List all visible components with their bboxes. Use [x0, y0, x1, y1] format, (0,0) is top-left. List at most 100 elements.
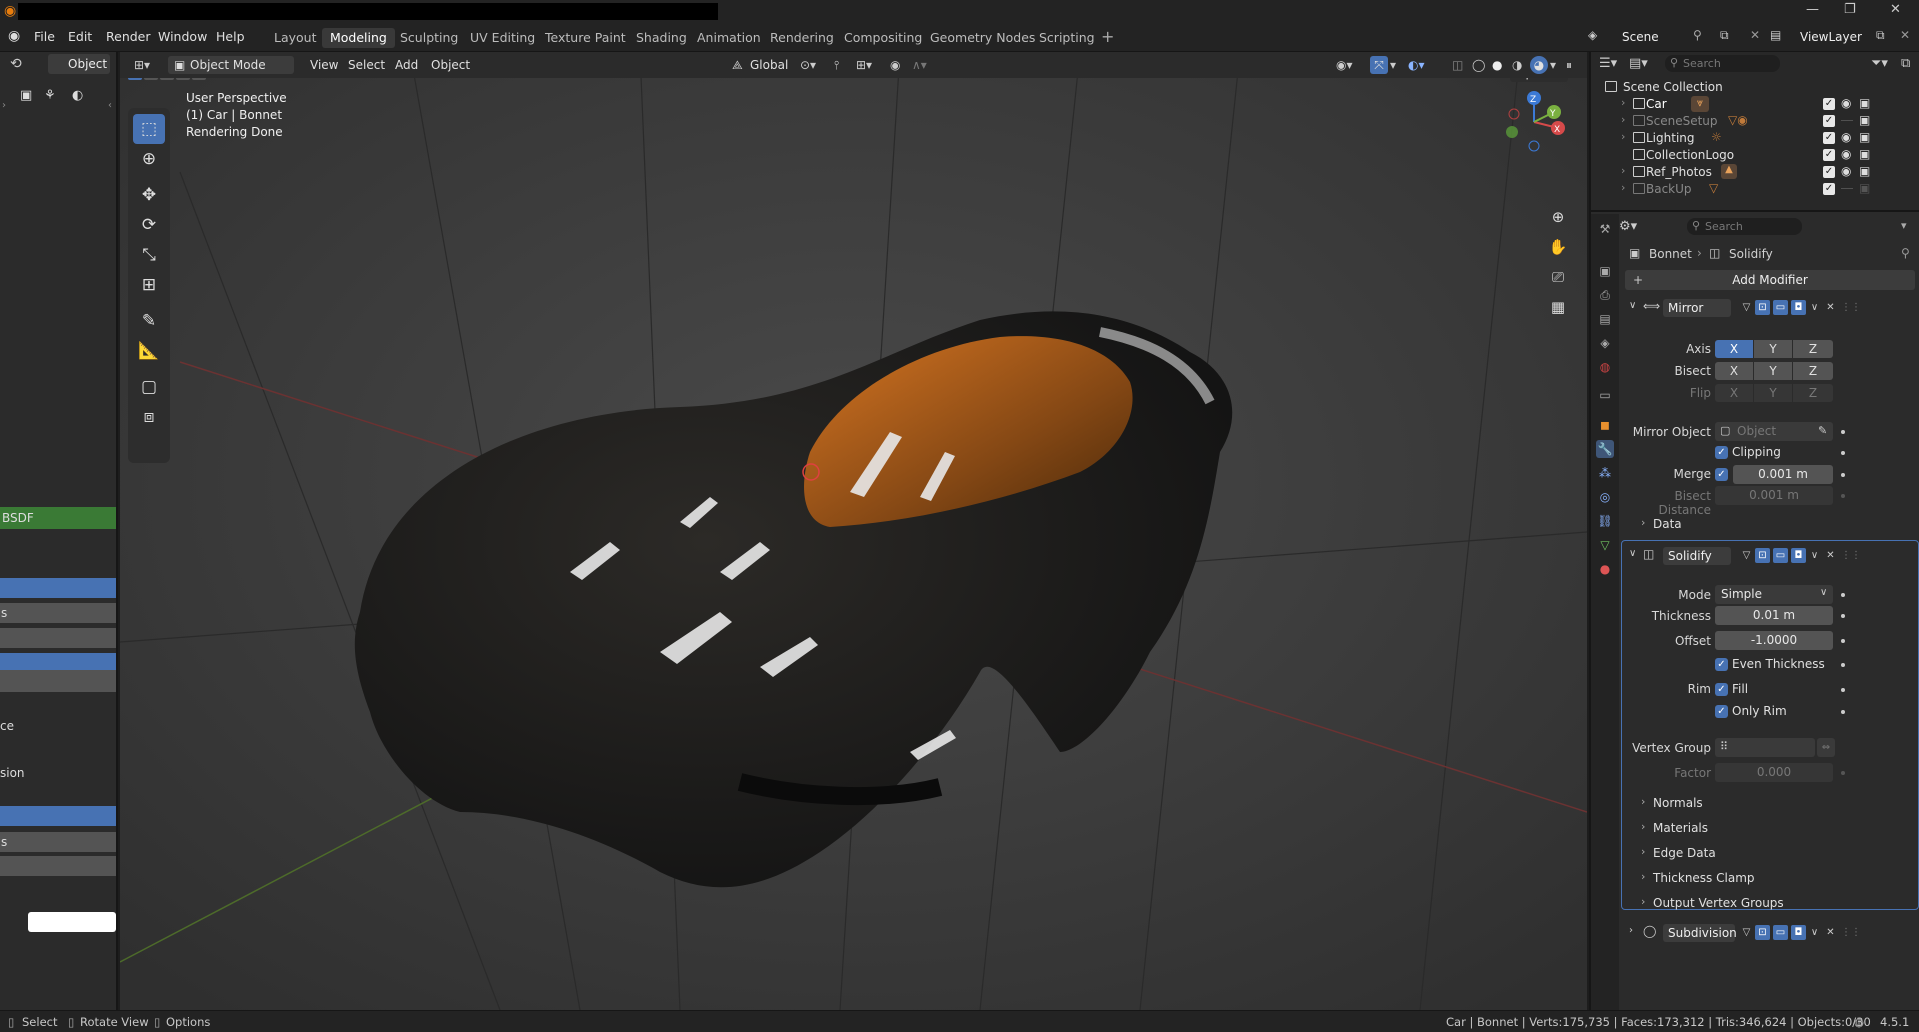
factor-field[interactable]: 0.000 [1715, 763, 1833, 782]
subdivision-modifier-header[interactable]: › ◯ Subdivision ▽ ⊡ ▭ ◘ ∨ ✕ ⋮⋮ [1625, 921, 1915, 945]
zoom-icon[interactable]: ⊕ [1545, 204, 1571, 230]
cursor-tool-icon[interactable]: ⊕ [133, 144, 165, 174]
camera-view-icon[interactable]: ⎚ [1545, 264, 1571, 290]
scale-tool-icon[interactable]: ⤡ [133, 240, 165, 270]
eye-icon[interactable]: ◉ [1841, 130, 1851, 144]
drag-handle-icon[interactable]: ⋮⋮ [1841, 548, 1861, 563]
only-rim-checkbox[interactable]: ✓ [1715, 705, 1728, 718]
flip-x-toggle[interactable]: X [1715, 384, 1753, 402]
tab-animation[interactable]: Animation [689, 28, 769, 48]
clipping-checkbox[interactable]: ✓ [1715, 446, 1728, 459]
tab-particles-icon[interactable]: ⁂ [1596, 464, 1614, 482]
annotate-tool-icon[interactable]: ✎ [133, 306, 165, 336]
tab-render-icon[interactable]: ▣ [1596, 262, 1614, 280]
data-subpanel[interactable]: Data [1653, 517, 1682, 531]
close-icon[interactable]: ✕ [1890, 2, 1901, 17]
add-mesh-tool-icon[interactable]: ⧈ [133, 402, 165, 432]
realtime-icon[interactable]: ▭ [1773, 300, 1788, 315]
exclude-checkbox[interactable]: ✓ [1823, 183, 1835, 195]
node-header-bsdf[interactable]: BSDF [0, 507, 116, 529]
node-field-gray-2[interactable] [0, 670, 116, 692]
node-field-fragment-1[interactable]: s [0, 603, 116, 623]
collapse-arrow-icon[interactable]: ∨ [1629, 548, 1636, 559]
remove-modifier-icon[interactable]: ✕ [1823, 300, 1838, 315]
remove-modifier-icon[interactable]: ✕ [1823, 548, 1838, 563]
eye-hidden-icon[interactable]: ― [1841, 181, 1853, 195]
tab-scene-icon[interactable]: ◈ [1596, 334, 1614, 352]
realtime-icon[interactable]: ▭ [1773, 925, 1788, 940]
menu-window[interactable]: Window [158, 29, 207, 44]
keyframe-dot-icon[interactable] [1841, 430, 1845, 434]
thickness-clamp-subpanel[interactable]: Thickness Clamp [1653, 871, 1755, 885]
on-cage-icon[interactable]: ▽ [1739, 925, 1754, 940]
add-cube-tool-icon[interactable]: ▢ [133, 372, 165, 402]
tab-geometry-nodes[interactable]: Geometry Nodes [922, 28, 1043, 48]
modifier-dropdown-icon[interactable]: ∨ [1807, 300, 1822, 315]
axis-z-toggle[interactable]: Z [1793, 340, 1833, 358]
shading-rendered-icon[interactable]: ◕ [1530, 56, 1548, 74]
render-icon[interactable]: ◘ [1791, 925, 1806, 940]
editor-type-icon[interactable]: ⟲ [10, 56, 22, 72]
keyframe-dot-icon[interactable] [1841, 771, 1845, 775]
tab-texture-paint[interactable]: Texture Paint [537, 28, 634, 48]
bisect-y-toggle[interactable]: Y [1754, 362, 1792, 380]
eye-icon[interactable]: ◉ [1841, 164, 1851, 178]
even-thickness-checkbox[interactable]: ✓ [1715, 658, 1728, 671]
tab-output-icon[interactable]: ⎙ [1596, 286, 1614, 304]
camera-icon[interactable]: ▣ [1859, 164, 1870, 178]
measure-tool-icon[interactable]: 📐 [133, 336, 165, 366]
expand-arrow-icon[interactable]: › [1621, 113, 1625, 126]
camera-icon[interactable]: ▣ [1859, 96, 1870, 110]
expand-arrow-icon[interactable]: › [1621, 130, 1625, 143]
properties-search-input[interactable]: Search [1687, 218, 1802, 235]
materials-subpanel[interactable]: Materials [1653, 821, 1708, 835]
eye-icon[interactable]: ◉ [1841, 147, 1851, 161]
exclude-checkbox[interactable]: ✓ [1823, 115, 1835, 127]
collapse-arrow-icon[interactable]: ∨ [1629, 300, 1636, 311]
render-icon[interactable]: ◘ [1791, 300, 1806, 315]
viewport-menu-view[interactable]: View [310, 56, 338, 74]
color-swatch-white[interactable] [28, 912, 116, 932]
remove-modifier-icon[interactable]: ✕ [1823, 925, 1838, 940]
tab-data-icon[interactable]: ▽ [1596, 536, 1614, 554]
drag-handle-icon[interactable]: ⋮⋮ [1841, 300, 1861, 315]
outliner-row-backup[interactable]: › BackUp ▽ ✓ ― ▣ [1591, 179, 1919, 199]
vertex-group-field[interactable] [1715, 738, 1815, 757]
gizmo-toggle-icon[interactable]: ⤧ [1370, 56, 1388, 74]
viewport-menu-object[interactable]: Object [431, 56, 470, 74]
mirror-object-field[interactable]: Object [1715, 422, 1833, 441]
rim-fill-checkbox[interactable]: ✓ [1715, 683, 1728, 696]
output-vertex-groups-subpanel[interactable]: Output Vertex Groups [1653, 896, 1784, 910]
bisect-x-toggle[interactable]: X [1715, 362, 1753, 380]
keyframe-dot-icon[interactable] [1841, 451, 1845, 455]
expand-arrow-icon[interactable]: › [1621, 164, 1625, 177]
tab-material-icon[interactable]: ● [1596, 560, 1614, 578]
move-tool-icon[interactable]: ✥ [133, 180, 165, 210]
object-icon[interactable]: ▣ [20, 88, 32, 103]
keyframe-dot-icon[interactable] [1841, 593, 1845, 597]
tab-physics-icon[interactable]: ◎ [1596, 488, 1614, 506]
keyframe-dot-icon[interactable] [1841, 663, 1845, 667]
flip-z-toggle[interactable]: Z [1793, 384, 1833, 402]
tab-modifiers-wrench-icon[interactable]: 🔧 [1596, 440, 1614, 458]
flip-y-toggle[interactable]: Y [1754, 384, 1792, 402]
outliner-search-input[interactable]: Search [1665, 55, 1780, 72]
exclude-checkbox[interactable]: ✓ [1823, 132, 1835, 144]
tab-scripting[interactable]: Scripting [1031, 28, 1103, 48]
menu-edit[interactable]: Edit [68, 29, 92, 44]
tab-compositing[interactable]: Compositing [836, 28, 930, 48]
menu-help[interactable]: Help [216, 29, 245, 44]
xray-icon[interactable]: ◫ [1452, 56, 1463, 74]
scene-icon[interactable]: ◈ [1588, 28, 1597, 42]
new-collection-icon[interactable]: ⧉ [1901, 56, 1910, 71]
object-mode-select[interactable]: Object Mode [168, 56, 294, 74]
axis-y-toggle[interactable]: Y [1754, 340, 1792, 358]
edit-mode-icon[interactable]: ⊡ [1755, 925, 1770, 940]
edge-data-subpanel[interactable]: Edge Data [1653, 846, 1716, 860]
tab-uv-editing[interactable]: UV Editing [462, 28, 543, 48]
eye-icon[interactable]: ◉ [1841, 96, 1851, 110]
bisect-z-toggle[interactable]: Z [1793, 362, 1833, 380]
pin-icon[interactable]: ⚲ [1901, 246, 1910, 260]
ortho-grid-icon[interactable]: ▦ [1545, 294, 1571, 320]
tab-sculpting[interactable]: Sculpting [392, 28, 466, 48]
